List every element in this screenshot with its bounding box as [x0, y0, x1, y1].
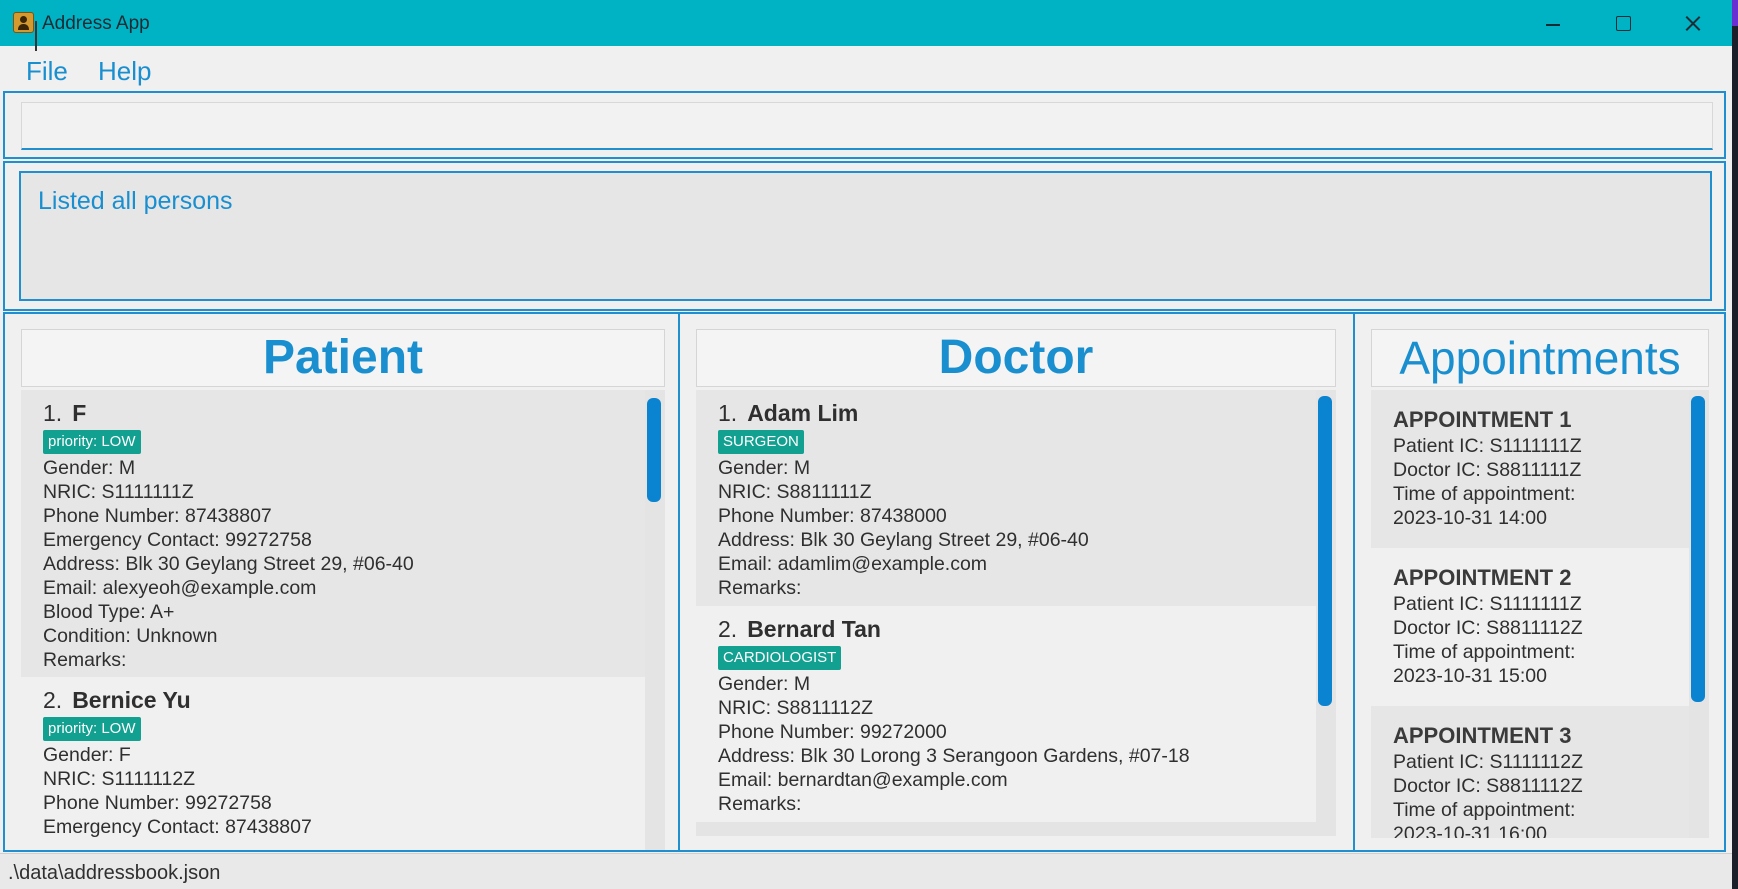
appointment-doctor-ic: Doctor IC: S8811111Z — [1393, 459, 1582, 481]
app-window: Address App File Help Listed all persons… — [0, 0, 1732, 889]
desktop-edge-accent — [1732, 0, 1738, 26]
appointment-patient-ic: Patient IC: S1111112Z — [1393, 751, 1584, 773]
doctor-phone: Phone Number: 99272000 — [718, 721, 947, 743]
doctor-address: Address: Blk 30 Geylang Street 29, #06-4… — [718, 529, 1089, 551]
doctor-index: 1. — [718, 400, 738, 426]
doctor-index: 2. — [718, 616, 738, 642]
patient-index: 1. — [43, 400, 63, 426]
doctor-gender: Gender: M — [718, 673, 811, 695]
appointment-title: APPOINTMENT 2 — [1393, 565, 1572, 590]
minimize-button[interactable] — [1530, 8, 1576, 38]
doctor-phone: Phone Number: 87438000 — [718, 505, 947, 527]
result-message: Listed all persons — [38, 187, 233, 215]
window-title: Address App — [42, 13, 150, 34]
patient-panel: Patient 1. F priority: LOW Gender: M NRIC… — [3, 312, 680, 852]
appointment-time-label: Time of appointment: — [1393, 641, 1576, 663]
status-bar: .\data\addressbook.json — [0, 853, 1732, 889]
appointment-patient-ic: Patient IC: S1111111Z — [1393, 435, 1582, 457]
text-caret — [35, 21, 37, 51]
patient-phone: Phone Number: 87438807 — [43, 505, 272, 527]
specialty-tag: SURGEON — [718, 430, 804, 454]
patient-address: Address: Blk 30 Geylang Street 29, #06-4… — [43, 553, 414, 575]
appointment-card[interactable]: APPOINTMENT 1 Patient IC: S1111111Z Doct… — [1371, 390, 1689, 548]
menu-file[interactable]: File — [26, 56, 68, 87]
result-display: Listed all persons — [19, 171, 1712, 301]
patient-nric: NRIC: S1111112Z — [43, 768, 196, 790]
doctor-list-scrollbar[interactable] — [1318, 396, 1332, 706]
patient-blood-type: Blood Type: A+ — [43, 601, 175, 623]
patient-gender: Gender: F — [43, 744, 131, 766]
appointment-card[interactable]: APPOINTMENT 3 Patient IC: S1111112Z Doct… — [1371, 706, 1689, 838]
patient-card-header: 2. Bernice Yu — [43, 685, 645, 715]
doctor-card[interactable]: 2. Bernard Tan CARDIOLOGIST Gender: M NRI… — [696, 606, 1316, 822]
command-input[interactable] — [21, 102, 1713, 150]
patient-index: 2. — [43, 687, 63, 713]
doctor-email: Email: bernardtan@example.com — [718, 769, 1008, 791]
storage-file-path: .\data\addressbook.json — [8, 862, 221, 884]
doctor-remarks: Remarks: — [718, 793, 802, 815]
doctor-card-header: 1. Adam Lim — [718, 398, 1316, 428]
doctor-panel: Doctor 1. Adam Lim SURGEON Gender: M NRIC… — [678, 312, 1355, 852]
result-display-box: Listed all persons — [3, 161, 1726, 311]
doctor-address: Address: Blk 30 Lorong 3 Serangoon Garde… — [718, 745, 1190, 767]
doctor-name: Adam Lim — [747, 400, 859, 426]
patient-condition: Condition: Unknown — [43, 625, 218, 647]
appointment-time-label: Time of appointment: — [1393, 483, 1576, 505]
doctor-remarks: Remarks: — [718, 577, 802, 599]
menu-bar: File Help — [0, 46, 1732, 90]
doctor-card[interactable]: 1. Adam Lim SURGEON Gender: M NRIC: S8811… — [696, 390, 1316, 606]
patient-name: Bernice Yu — [72, 687, 191, 713]
appointment-title: APPOINTMENT 3 — [1393, 723, 1572, 748]
patient-panel-header: Patient — [21, 329, 665, 387]
appointments-panel: Appointments APPOINTMENT 1 Patient IC: S… — [1353, 312, 1726, 852]
patient-emergency-contact: Emergency Contact: 87438807 — [43, 816, 312, 838]
patient-nric: NRIC: S1111111Z — [43, 481, 194, 503]
doctor-panel-header: Doctor — [696, 329, 1336, 387]
doctor-list[interactable]: 1. Adam Lim SURGEON Gender: M NRIC: S8811… — [696, 390, 1336, 836]
doctor-email: Email: adamlim@example.com — [718, 553, 988, 575]
appointment-card[interactable]: APPOINTMENT 2 Patient IC: S1111111Z Doct… — [1371, 548, 1689, 706]
patient-list-scrollbar[interactable] — [647, 398, 661, 502]
appointment-time: 2023-10-31 14:00 — [1393, 507, 1547, 529]
patient-name: F — [72, 400, 87, 426]
maximize-button[interactable] — [1600, 8, 1646, 38]
appointment-time-label: Time of appointment: — [1393, 799, 1576, 821]
appointment-list[interactable]: APPOINTMENT 1 Patient IC: S1111111Z Doct… — [1371, 390, 1709, 838]
patient-list[interactable]: 1. F priority: LOW Gender: M NRIC: S11111… — [21, 390, 665, 850]
priority-tag: priority: LOW — [43, 430, 141, 454]
menu-help[interactable]: Help — [98, 56, 151, 87]
close-button[interactable] — [1670, 8, 1716, 38]
command-box — [3, 91, 1726, 159]
patient-card[interactable]: 1. F priority: LOW Gender: M NRIC: S11111… — [21, 390, 645, 677]
appointment-doctor-ic: Doctor IC: S8811112Z — [1393, 617, 1583, 639]
doctor-name: Bernard Tan — [747, 616, 881, 642]
patient-card[interactable]: 2. Bernice Yu priority: LOW Gender: F NRI… — [21, 677, 645, 850]
address-book-icon — [13, 12, 34, 33]
appointment-title: APPOINTMENT 1 — [1393, 407, 1572, 432]
patient-remarks: Remarks: — [43, 649, 127, 671]
patient-gender: Gender: M — [43, 457, 136, 479]
doctor-nric: NRIC: S8811112Z — [718, 697, 873, 719]
specialty-tag: CARDIOLOGIST — [718, 646, 842, 670]
appointment-time: 2023-10-31 16:00 — [1393, 823, 1547, 838]
title-bar: Address App — [0, 0, 1732, 46]
desktop-edge — [1732, 0, 1738, 889]
appointment-patient-ic: Patient IC: S1111111Z — [1393, 593, 1582, 615]
doctor-card-header: 2. Bernard Tan — [718, 614, 1316, 644]
patient-card-header: 1. F — [43, 398, 645, 428]
patient-phone: Phone Number: 99272758 — [43, 792, 272, 814]
appointment-time: 2023-10-31 15:00 — [1393, 665, 1547, 687]
appointment-doctor-ic: Doctor IC: S8811112Z — [1393, 775, 1583, 797]
patient-email: Email: alexyeoh@example.com — [43, 577, 317, 599]
priority-tag: priority: LOW — [43, 717, 141, 741]
appointments-panel-header: Appointments — [1371, 329, 1709, 387]
doctor-gender: Gender: M — [718, 457, 811, 479]
doctor-nric: NRIC: S8811111Z — [718, 481, 872, 503]
appointment-list-scrollbar[interactable] — [1691, 396, 1705, 702]
patient-emergency-contact: Emergency Contact: 99272758 — [43, 529, 312, 551]
